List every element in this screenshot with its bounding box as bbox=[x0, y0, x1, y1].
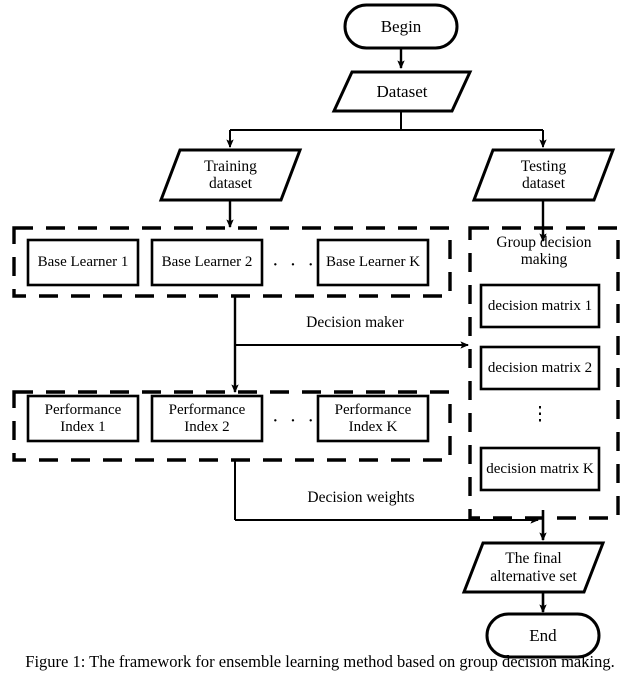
node-testing-shape bbox=[471, 148, 616, 202]
node-base-learner-2 bbox=[150, 238, 264, 287]
figure-caption: Figure 1: The framework for ensemble lea… bbox=[25, 652, 615, 671]
figure-canvas: Begin Dataset Training dataset Testing d… bbox=[0, 0, 640, 674]
node-base-learner-1 bbox=[26, 238, 140, 287]
performance-indices-ellipsis: · · · bbox=[272, 410, 317, 432]
node-performance-index-k bbox=[316, 394, 430, 443]
flowchart-graphics bbox=[12, 3, 620, 659]
node-end-shape bbox=[485, 612, 601, 659]
node-decision-matrix-1 bbox=[479, 283, 601, 329]
node-training-shape bbox=[158, 148, 303, 202]
node-dataset-shape bbox=[331, 70, 473, 113]
node-final-shape bbox=[461, 541, 606, 594]
base-learners-ellipsis: · · · bbox=[272, 254, 317, 276]
node-begin-shape bbox=[343, 3, 459, 50]
node-decision-matrix-2 bbox=[479, 345, 601, 391]
node-performance-index-1 bbox=[26, 394, 140, 443]
node-decision-matrix-k bbox=[479, 446, 601, 492]
node-base-learner-k bbox=[316, 238, 430, 287]
decision-matrix-ellipsis: ⋮ bbox=[530, 404, 550, 425]
node-performance-index-2 bbox=[150, 394, 264, 443]
